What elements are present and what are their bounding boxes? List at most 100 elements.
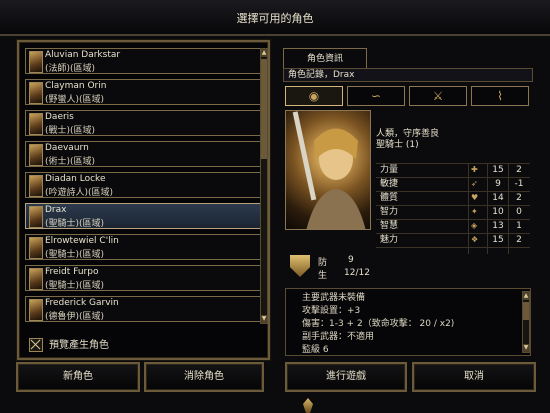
character-portrait — [285, 110, 371, 230]
portrait-thumbnail — [29, 206, 43, 228]
stat-score: 15 — [492, 235, 504, 245]
scroll-down-icon[interactable]: ▼ — [261, 315, 267, 323]
hit-points-label: 生 — [318, 271, 328, 281]
character-name: Elrowtewiel C'lin — [45, 236, 119, 246]
preview-label: 預覽產生角色 — [49, 340, 109, 351]
list-item-drax[interactable]: Drax (聖騎士)(區域) — [25, 203, 261, 229]
portrait-thumbnail — [29, 51, 43, 73]
stat-score: 14 — [492, 193, 504, 203]
character-name: Aluvian Darkstar — [45, 50, 121, 60]
character-name: Daevaurn — [45, 143, 89, 153]
character-name: Drax — [45, 205, 67, 215]
stat-row-wisdom: 智慧 ◈ 13 1 — [376, 219, 530, 233]
scroll-down-icon[interactable]: ▼ — [523, 344, 529, 352]
list-item-daevaurn[interactable]: Daevaurn (術士)(區域) — [25, 141, 261, 167]
list-item-frederick[interactable]: Frederick Garvin (德魯伊)(區域) — [25, 296, 261, 322]
stat-divider — [487, 163, 488, 254]
character-list-panel: Aluvian Darkstar (法師)(區域) Clayman Orin (… — [17, 40, 270, 360]
delete-character-button[interactable]: 消除角色 — [144, 362, 264, 392]
stat-row-charisma: 魅力 ❖ 15 2 — [376, 233, 530, 248]
character-name: Diadan Locke — [45, 174, 106, 184]
character-class: (聖騎士)(區域) — [45, 281, 105, 291]
tab-character-info[interactable]: 角色資訊 — [283, 48, 367, 68]
stat-modifier: 2 — [516, 235, 522, 245]
character-class: (聖騎士)(區域) — [45, 219, 105, 229]
stat-label: 智慧 — [380, 221, 399, 231]
character-description: 主要武器未裝備 攻擊設置：+3 傷害：1-3 + 2（致命攻擊： 20 / x2… — [285, 288, 531, 356]
strength-icon: ✚ — [471, 165, 478, 174]
defense-box: 防 9 生 12/12 — [288, 251, 373, 283]
scroll-thumb[interactable] — [261, 59, 267, 159]
preview-checkbox[interactable] — [29, 338, 43, 352]
stat-modifier: 2 — [516, 193, 522, 203]
list-item-daeris[interactable]: Daeris (戰士)(區域) — [25, 110, 261, 136]
dexterity-icon: ➶ — [471, 179, 478, 188]
play-game-button[interactable]: 進行遊戲 — [285, 362, 407, 392]
tab-eye-icon[interactable]: ◉ — [285, 86, 343, 106]
charisma-icon: ❖ — [471, 235, 479, 244]
scroll-thumb[interactable] — [523, 302, 529, 320]
stat-score: 9 — [495, 179, 501, 189]
character-class: (野蠻人)(區域) — [45, 95, 105, 105]
list-item-freidt[interactable]: Freidt Furpo (聖騎士)(區域) — [25, 265, 261, 291]
stat-row-constitution: 體質 ♥ 14 2 — [376, 191, 530, 205]
stat-modifier: 2 — [516, 165, 522, 175]
stat-modifier: -1 — [514, 179, 524, 189]
desc-line: 副手武器：不適用 — [302, 332, 375, 342]
window-title: 選擇可用的角色 — [236, 12, 314, 25]
shield-icon — [290, 255, 310, 277]
wisdom-icon: ◈ — [471, 221, 478, 230]
new-character-button[interactable]: 新角色 — [16, 362, 140, 392]
stat-divider — [468, 163, 469, 254]
portrait-thumbnail — [29, 237, 43, 259]
list-item-elrowtewiel[interactable]: Elrowtewiel C'lin (聖騎士)(區域) — [25, 234, 261, 260]
intelligence-icon: ✦ — [471, 207, 478, 216]
list-item-aluvian[interactable]: Aluvian Darkstar (法師)(區域) — [25, 48, 261, 74]
hit-points-value: 12/12 — [344, 268, 370, 278]
character-name: Freidt Furpo — [45, 267, 99, 277]
stat-label: 魅力 — [380, 235, 399, 245]
tab-wand-icon[interactable]: ⌇ — [471, 86, 529, 106]
character-class: (戰士)(區域) — [45, 126, 96, 136]
ability-scores: 力量 ✚ 15 2 敏捷 ➶ 9 -1 體質 ♥ 14 2 智力 ✦ 10 0 … — [376, 163, 530, 248]
stat-score: 15 — [492, 165, 504, 175]
title-bar: 選擇可用的角色 — [0, 0, 550, 36]
portrait-thumbnail — [29, 82, 43, 104]
stat-label: 智力 — [380, 207, 399, 217]
character-name: Clayman Orin — [45, 81, 107, 91]
stat-score: 13 — [492, 221, 504, 231]
description-scrollbar[interactable]: ▲ ▼ — [522, 291, 530, 353]
character-class: (法師)(區域) — [45, 64, 96, 74]
desc-line: 傷害：1-3 + 2（致命攻擊： 20 / x2) — [302, 319, 455, 329]
tab-scroll-icon[interactable]: ∽ — [347, 86, 405, 106]
portrait-thumbnail — [29, 144, 43, 166]
desc-line: 主要武器未裝備 — [302, 293, 366, 303]
character-class: (聖騎士)(區域) — [45, 250, 105, 260]
stat-modifier: 0 — [516, 207, 522, 217]
character-class: (術士)(區域) — [45, 157, 96, 167]
cancel-button[interactable]: 取消 — [412, 362, 536, 392]
info-icon-tabs: ◉ ∽ ⚔ ⌇ — [283, 86, 533, 106]
stat-row-intelligence: 智力 ✦ 10 0 — [376, 205, 530, 219]
stat-divider — [508, 163, 509, 254]
record-title: 角色記錄，Drax — [283, 68, 533, 82]
stat-row-dexterity: 敏捷 ➶ 9 -1 — [376, 177, 530, 191]
scroll-up-icon[interactable]: ▲ — [523, 292, 529, 300]
character-name: Daeris — [45, 112, 74, 122]
stat-label: 力量 — [380, 165, 399, 175]
character-list-scrollbar[interactable]: ▲ ▼ — [260, 48, 268, 324]
scroll-up-icon[interactable]: ▲ — [261, 49, 267, 57]
ornament-icon — [303, 398, 313, 413]
portrait-thumbnail — [29, 113, 43, 135]
character-list: Aluvian Darkstar (法師)(區域) Clayman Orin (… — [25, 48, 261, 328]
portrait-thumbnail — [29, 299, 43, 321]
stat-label: 敏捷 — [380, 179, 399, 189]
constitution-icon: ♥ — [471, 193, 479, 202]
tab-sword-icon[interactable]: ⚔ — [409, 86, 467, 106]
list-item-diadan[interactable]: Diadan Locke (吟遊詩人)(區域) — [25, 172, 261, 198]
armor-class-value: 9 — [348, 255, 354, 265]
character-name: Frederick Garvin — [45, 298, 119, 308]
preview-option[interactable]: 預覽產生角色 — [29, 336, 109, 352]
list-item-clayman[interactable]: Clayman Orin (野蠻人)(區域) — [25, 79, 261, 105]
stat-score: 10 — [492, 207, 504, 217]
